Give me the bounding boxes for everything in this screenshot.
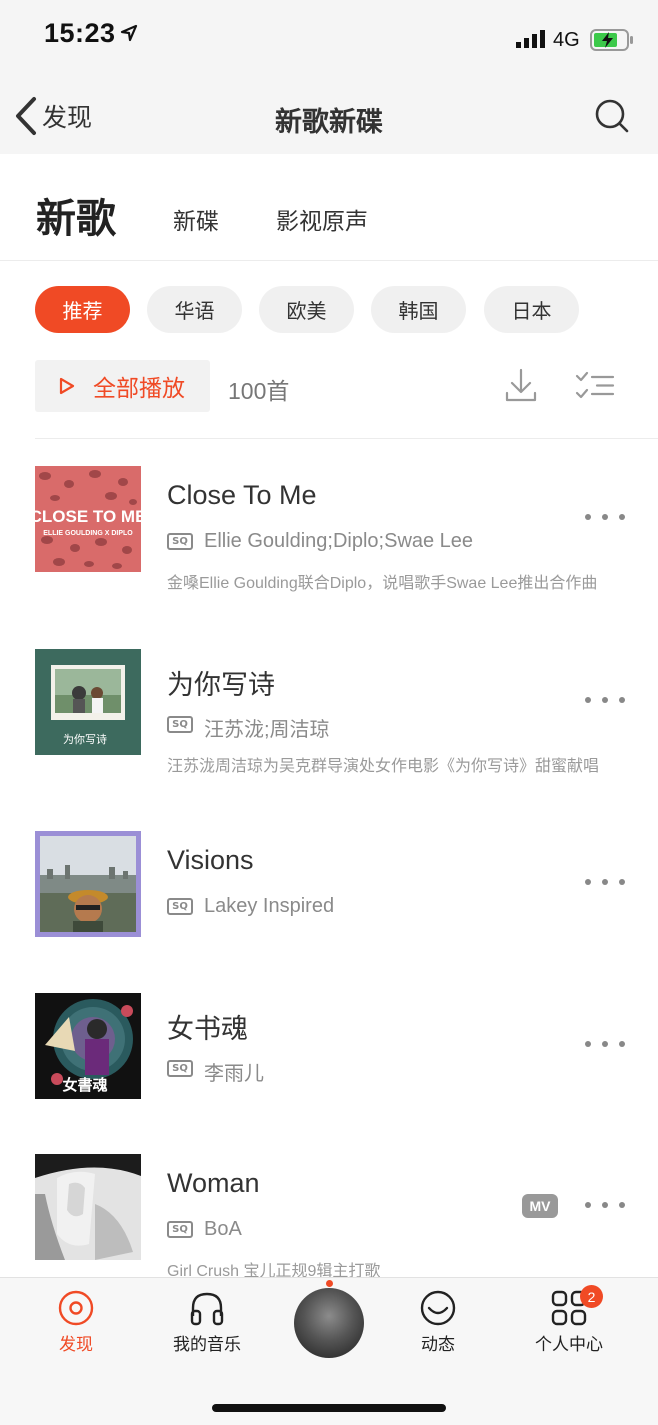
dot bbox=[602, 1041, 608, 1047]
song-title: 为你写诗 bbox=[167, 670, 275, 700]
network-type: 4G bbox=[553, 29, 580, 51]
tab-discover[interactable]: 发现 bbox=[21, 1290, 131, 1355]
cover-title-text: 女書魂 bbox=[62, 1076, 107, 1094]
song-row[interactable]: 为你写诗 为你写诗 SQ 汪苏泷;周洁琼 汪苏泷周洁琼为吴克群导演处女作电影《为… bbox=[0, 649, 658, 819]
navigation-bar: 发现 新歌新碟 bbox=[0, 72, 658, 154]
song-artist: 李雨儿 bbox=[204, 1063, 264, 1085]
status-time: 15:23 bbox=[44, 18, 116, 48]
smiley-icon bbox=[420, 1290, 456, 1326]
dot bbox=[602, 1202, 608, 1208]
checklist-icon[interactable] bbox=[575, 369, 615, 401]
filter-chip-japanese[interactable]: 日本 bbox=[484, 286, 579, 333]
filter-chip-korean[interactable]: 韩国 bbox=[371, 286, 466, 333]
cover-title-text: 为你写诗 bbox=[63, 732, 107, 746]
tab-soundtracks[interactable]: 影视原声 bbox=[276, 202, 368, 236]
song-artist: Lakey Inspired bbox=[204, 895, 335, 917]
battery-icon bbox=[590, 29, 633, 51]
dot bbox=[585, 1041, 591, 1047]
album-cover: 女書魂 bbox=[35, 993, 141, 1099]
mv-badge[interactable]: MV bbox=[522, 1194, 558, 1218]
tab-new-songs[interactable]: 新歌 bbox=[36, 186, 116, 244]
album-cover bbox=[35, 1154, 141, 1260]
cover-title-text: CLOSE TO ME bbox=[35, 507, 141, 526]
bottom-tab-bar: 发现 我的音乐 动态 个人中心 2 bbox=[0, 1277, 658, 1425]
dot bbox=[585, 514, 591, 520]
signal-icon bbox=[516, 30, 545, 48]
dot bbox=[619, 1041, 625, 1047]
play-all-label: 全部播放 bbox=[93, 375, 185, 401]
album-cover: 为你写诗 bbox=[35, 649, 141, 755]
location-arrow-icon bbox=[120, 24, 138, 42]
more-options-button[interactable] bbox=[585, 685, 625, 715]
filter-chip-recommended[interactable]: 推荐 bbox=[35, 286, 130, 333]
more-options-button[interactable] bbox=[585, 1029, 625, 1059]
page-title: 新歌新碟 bbox=[275, 107, 383, 137]
cover-subtitle-text: ELLIE GOULDING X DIPLO bbox=[43, 530, 133, 537]
song-description: 汪苏泷周洁琼为吴克群导演处女作电影《为你写诗》甜蜜献唱 bbox=[167, 758, 600, 775]
more-options-button[interactable] bbox=[585, 502, 625, 532]
dot bbox=[585, 1202, 591, 1208]
filter-chip-western[interactable]: 欧美 bbox=[259, 286, 354, 333]
song-description: 金嗓Ellie Goulding联合Diplo，说唱歌手Swae Lee推出合作… bbox=[167, 575, 598, 592]
dot bbox=[619, 1202, 625, 1208]
tab-new-albums[interactable]: 新碟 bbox=[173, 202, 219, 236]
tab-label: 我的音乐 bbox=[173, 1335, 241, 1354]
tab-my-music[interactable]: 我的音乐 bbox=[152, 1290, 262, 1355]
play-all-button[interactable]: 全部播放 bbox=[35, 360, 210, 412]
notification-badge: 2 bbox=[580, 1285, 603, 1308]
dot bbox=[602, 697, 608, 703]
song-row[interactable]: CLOSE TO ME ELLIE GOULDING X DIPLO Close… bbox=[0, 466, 658, 636]
sq-badge: SQ bbox=[167, 1060, 193, 1077]
song-count: 100首 bbox=[228, 378, 290, 404]
dot bbox=[585, 879, 591, 885]
now-playing-dot bbox=[326, 1280, 333, 1287]
dot bbox=[619, 879, 625, 885]
song-artist: BoA bbox=[204, 1218, 242, 1240]
more-options-button[interactable] bbox=[585, 867, 625, 897]
tab-profile[interactable]: 个人中心 bbox=[514, 1290, 624, 1355]
status-bar: 15:23 4G bbox=[0, 0, 658, 72]
sq-badge: SQ bbox=[167, 533, 193, 550]
play-icon bbox=[59, 377, 75, 395]
tab-activity[interactable]: 动态 bbox=[383, 1290, 493, 1355]
disc-icon bbox=[58, 1290, 94, 1326]
album-cover: CLOSE TO ME ELLIE GOULDING X DIPLO bbox=[35, 466, 141, 572]
album-cover bbox=[35, 831, 141, 937]
filter-chip-chinese[interactable]: 华语 bbox=[147, 286, 242, 333]
more-options-button[interactable] bbox=[585, 1190, 625, 1220]
tab-label: 个人中心 bbox=[535, 1335, 603, 1354]
sq-badge: SQ bbox=[167, 1221, 193, 1238]
search-icon[interactable] bbox=[594, 98, 630, 134]
now-playing-disc[interactable] bbox=[294, 1288, 364, 1358]
download-icon[interactable] bbox=[505, 368, 537, 402]
home-indicator bbox=[212, 1404, 446, 1412]
headphones-icon bbox=[190, 1292, 224, 1326]
sq-badge: SQ bbox=[167, 898, 193, 915]
content-tabs: 新歌 新碟 影视原声 bbox=[0, 154, 658, 261]
tab-label: 发现 bbox=[59, 1335, 93, 1354]
dot bbox=[619, 514, 625, 520]
song-title: 女书魂 bbox=[167, 1014, 248, 1044]
dot bbox=[619, 697, 625, 703]
song-artist: Ellie Goulding;Diplo;Swae Lee bbox=[204, 530, 474, 552]
song-title: Close To Me bbox=[167, 480, 317, 510]
dot bbox=[602, 514, 608, 520]
tab-label: 动态 bbox=[421, 1335, 455, 1354]
song-title: Visions bbox=[167, 845, 254, 875]
song-row[interactable]: 女書魂 女书魂 SQ 李雨儿 bbox=[0, 993, 658, 1163]
dot bbox=[602, 879, 608, 885]
song-row[interactable]: Visions SQ Lakey Inspired bbox=[0, 831, 658, 1001]
song-artist: 汪苏泷;周洁琼 bbox=[204, 719, 330, 741]
toolbar-divider bbox=[35, 438, 658, 439]
sq-badge: SQ bbox=[167, 716, 193, 733]
song-title: Woman bbox=[167, 1168, 260, 1198]
dot bbox=[585, 697, 591, 703]
